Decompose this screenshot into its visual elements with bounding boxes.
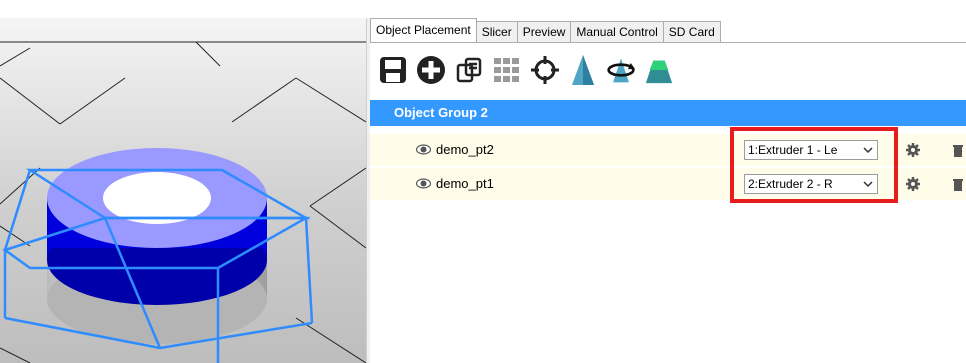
right-panel: Object Placement Slicer Preview Manual C… — [370, 18, 966, 363]
tab-manual-control[interactable]: Manual Control — [570, 21, 664, 42]
trash-icon[interactable] — [952, 177, 964, 191]
add-object-icon[interactable] — [416, 53, 446, 87]
autoposition-grid-icon[interactable] — [492, 53, 522, 87]
3d-viewport[interactable] — [0, 18, 366, 363]
object-group-header[interactable]: Object Group 2 — [370, 100, 966, 126]
rotate-icon[interactable] — [606, 53, 636, 87]
scale-icon[interactable] — [568, 53, 598, 87]
extruder-select-value: 2:Extruder 2 - R — [748, 177, 833, 191]
trash-icon[interactable] — [952, 143, 964, 157]
object-row[interactable]: demo_pt1 2:Extruder 2 - R — [370, 168, 966, 200]
object-row[interactable]: demo_pt2 1:Extruder 1 - Le — [370, 134, 966, 166]
copy-icon[interactable] — [454, 53, 484, 87]
tab-object-placement[interactable]: Object Placement — [370, 18, 477, 42]
cut-icon[interactable] — [644, 53, 674, 87]
3d-scene — [0, 18, 366, 363]
object-toolbar — [378, 50, 682, 90]
chevron-down-icon — [863, 147, 873, 154]
tab-slicer[interactable]: Slicer — [475, 21, 518, 42]
tab-sd-card[interactable]: SD Card — [662, 21, 721, 42]
chevron-down-icon — [863, 181, 873, 188]
extruder-select-value: 1:Extruder 1 - Le — [748, 143, 838, 157]
eye-icon[interactable] — [416, 178, 431, 189]
center-object-icon[interactable] — [530, 53, 560, 87]
object-name: demo_pt1 — [436, 176, 494, 191]
tab-bar: Object Placement Slicer Preview Manual C… — [370, 18, 721, 42]
object-name: demo_pt2 — [436, 142, 494, 157]
gear-icon[interactable] — [906, 143, 920, 157]
gear-icon[interactable] — [906, 177, 920, 191]
save-icon[interactable] — [378, 53, 408, 87]
extruder-select[interactable]: 1:Extruder 1 - Le — [744, 140, 878, 160]
window-top-strip — [0, 0, 966, 19]
tab-underline — [370, 42, 966, 43]
extruder-select[interactable]: 2:Extruder 2 - R — [744, 174, 878, 194]
tab-preview[interactable]: Preview — [516, 21, 572, 42]
eye-icon[interactable] — [416, 144, 431, 155]
